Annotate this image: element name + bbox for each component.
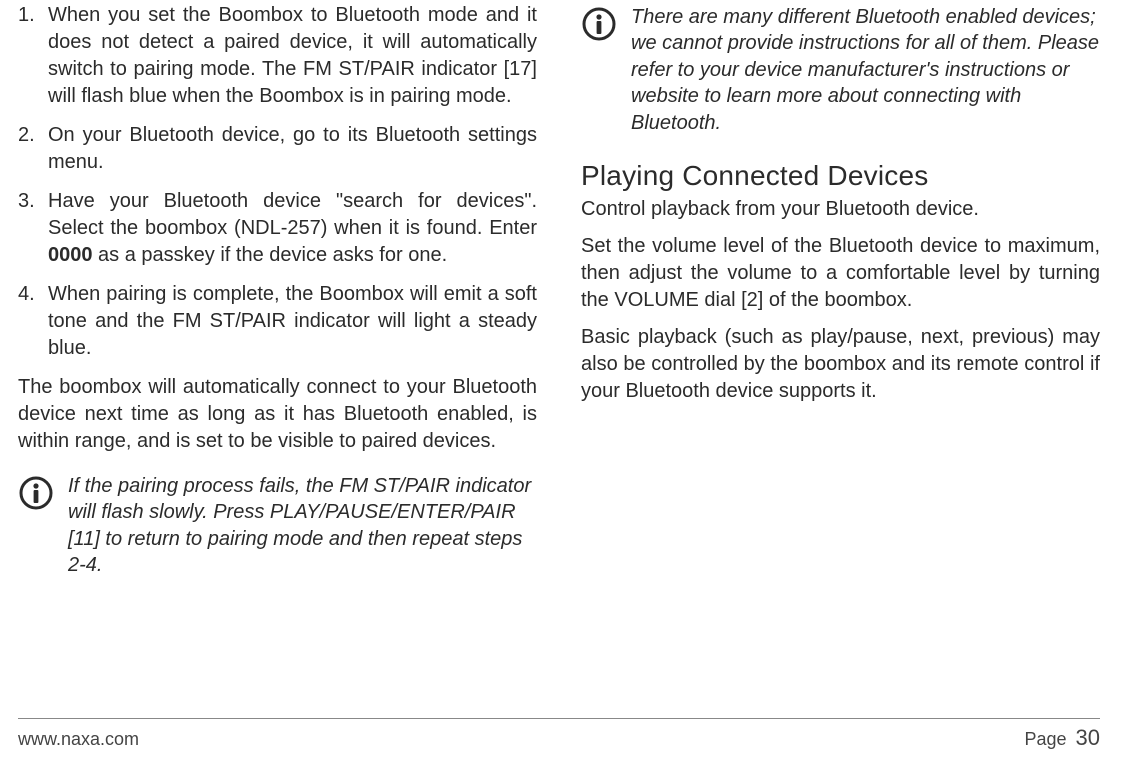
bluetooth-instructions-note: There are many different Bluetooth enabl… (581, 4, 1100, 136)
step-3-post: as a passkey if the device asks for one. (93, 244, 448, 266)
footer-page-label: Page (1024, 729, 1066, 749)
step-3-passkey: 0000 (48, 244, 93, 266)
step-3-pre: Have your Bluetooth device "search for d… (48, 190, 537, 239)
footer-page: Page 30 (1024, 725, 1100, 751)
playback-p2: Set the volume level of the Bluetooth de… (581, 233, 1100, 314)
pairing-fail-text: If the pairing process fails, the FM ST/… (68, 473, 537, 579)
left-column: When you set the Boombox to Bluetooth mo… (18, 0, 537, 700)
playback-p3: Basic playback (such as play/pause, next… (581, 324, 1100, 405)
footer-url: www.naxa.com (18, 729, 139, 750)
pairing-fail-note: If the pairing process fails, the FM ST/… (18, 473, 537, 579)
playback-p1: Control playback from your Bluetooth dev… (581, 196, 1100, 223)
pairing-steps: When you set the Boombox to Bluetooth mo… (18, 2, 537, 362)
step-1: When you set the Boombox to Bluetooth mo… (18, 2, 537, 110)
step-2: On your Bluetooth device, go to its Blue… (18, 122, 537, 176)
right-column: There are many different Bluetooth enabl… (581, 0, 1100, 700)
auto-connect-note: The boombox will automatically connect t… (18, 374, 537, 455)
step-4: When pairing is complete, the Boombox wi… (18, 281, 537, 362)
bluetooth-instructions-text: There are many different Bluetooth enabl… (631, 4, 1100, 136)
info-icon (581, 6, 617, 42)
playing-devices-heading: Playing Connected Devices (581, 160, 1100, 192)
step-2-text: On your Bluetooth device, go to its Blue… (48, 124, 537, 173)
page-footer: www.naxa.com Page 30 (18, 718, 1100, 751)
step-1-text: When you set the Boombox to Bluetooth mo… (48, 4, 537, 107)
info-icon (18, 475, 54, 511)
footer-page-number: 30 (1076, 725, 1100, 750)
step-3: Have your Bluetooth device "search for d… (18, 188, 537, 269)
step-4-text: When pairing is complete, the Boombox wi… (48, 283, 537, 359)
